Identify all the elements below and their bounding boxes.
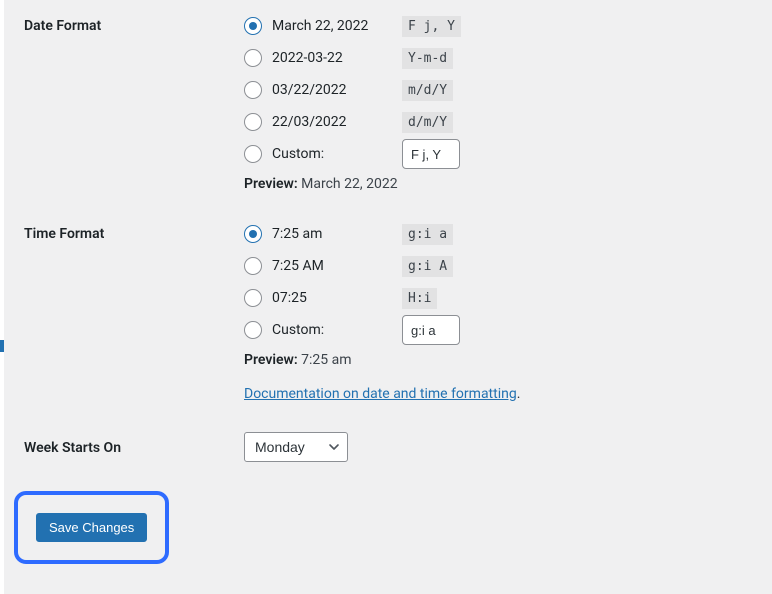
doc-link[interactable]: Documentation on date and time formattin… xyxy=(244,386,517,402)
time-format-content: 7:25 am g:i a 7:25 AM g:i A 07:25 H:i Cu… xyxy=(244,218,752,416)
date-option[interactable]: March 22, 2022 F j, Y xyxy=(244,10,752,42)
highlight-annotation: Save Changes xyxy=(14,491,169,564)
time-option-custom[interactable]: Custom: xyxy=(244,314,752,346)
radio-icon[interactable] xyxy=(244,81,262,99)
week-starts-select[interactable]: Monday xyxy=(244,432,348,462)
date-preview-label: Preview: xyxy=(244,176,298,192)
time-option-code: g:i a xyxy=(402,224,453,245)
radio-icon[interactable] xyxy=(244,113,262,131)
date-option-label: March 22, 2022 xyxy=(272,18,402,34)
time-preview-value: 7:25 am xyxy=(301,352,351,368)
time-custom-input[interactable] xyxy=(402,315,460,345)
time-option-code: g:i A xyxy=(402,256,453,277)
time-option-label: 7:25 am xyxy=(272,226,402,242)
date-option-custom[interactable]: Custom: xyxy=(244,138,752,170)
time-option-code: H:i xyxy=(402,288,437,309)
date-custom-label: Custom: xyxy=(272,146,402,162)
time-format-label: Time Format xyxy=(24,218,244,242)
date-preview: Preview: March 22, 2022 xyxy=(244,176,752,192)
radio-icon[interactable] xyxy=(244,257,262,275)
date-option-label: 22/03/2022 xyxy=(272,114,402,130)
week-starts-content: Monday xyxy=(244,432,752,462)
radio-icon[interactable] xyxy=(244,225,262,243)
time-custom-label: Custom: xyxy=(272,322,402,338)
date-format-label: Date Format xyxy=(24,10,244,34)
time-option-label: 7:25 AM xyxy=(272,258,402,274)
date-custom-input[interactable] xyxy=(402,139,460,169)
row-time-format: Time Format 7:25 am g:i a 7:25 AM g:i A … xyxy=(24,202,752,416)
date-format-content: March 22, 2022 F j, Y 2022-03-22 Y-m-d 0… xyxy=(244,10,752,202)
row-week-starts: Week Starts On Monday xyxy=(24,416,752,462)
save-changes-button[interactable]: Save Changes xyxy=(36,513,147,542)
radio-icon[interactable] xyxy=(244,321,262,339)
time-preview-label: Preview: xyxy=(244,352,298,368)
date-option-code: m/d/Y xyxy=(402,80,453,101)
date-option-code: F j, Y xyxy=(402,16,461,37)
time-option[interactable]: 7:25 AM g:i A xyxy=(244,250,752,282)
date-option[interactable]: 22/03/2022 d/m/Y xyxy=(244,106,752,138)
radio-icon[interactable] xyxy=(244,289,262,307)
settings-form: Date Format March 22, 2022 F j, Y 2022-0… xyxy=(4,0,772,594)
date-option-code: Y-m-d xyxy=(402,48,453,69)
time-option-label: 07:25 xyxy=(272,290,402,306)
time-preview: Preview: 7:25 am xyxy=(244,352,752,368)
week-starts-label: Week Starts On xyxy=(24,432,244,456)
doc-link-suffix: . xyxy=(517,386,521,402)
time-option[interactable]: 7:25 am g:i a xyxy=(244,218,752,250)
date-option-code: d/m/Y xyxy=(402,112,453,133)
date-option[interactable]: 03/22/2022 m/d/Y xyxy=(244,74,752,106)
time-option[interactable]: 07:25 H:i xyxy=(244,282,752,314)
date-preview-value: March 22, 2022 xyxy=(301,176,397,192)
week-starts-select-wrap: Monday xyxy=(244,432,348,462)
date-option[interactable]: 2022-03-22 Y-m-d xyxy=(244,42,752,74)
doc-link-text: Documentation on date and time formattin… xyxy=(244,386,517,402)
date-option-label: 03/22/2022 xyxy=(272,82,402,98)
radio-icon[interactable] xyxy=(244,145,262,163)
row-date-format: Date Format March 22, 2022 F j, Y 2022-0… xyxy=(24,0,752,202)
date-option-label: 2022-03-22 xyxy=(272,50,402,66)
radio-icon[interactable] xyxy=(244,49,262,67)
radio-icon[interactable] xyxy=(244,17,262,35)
